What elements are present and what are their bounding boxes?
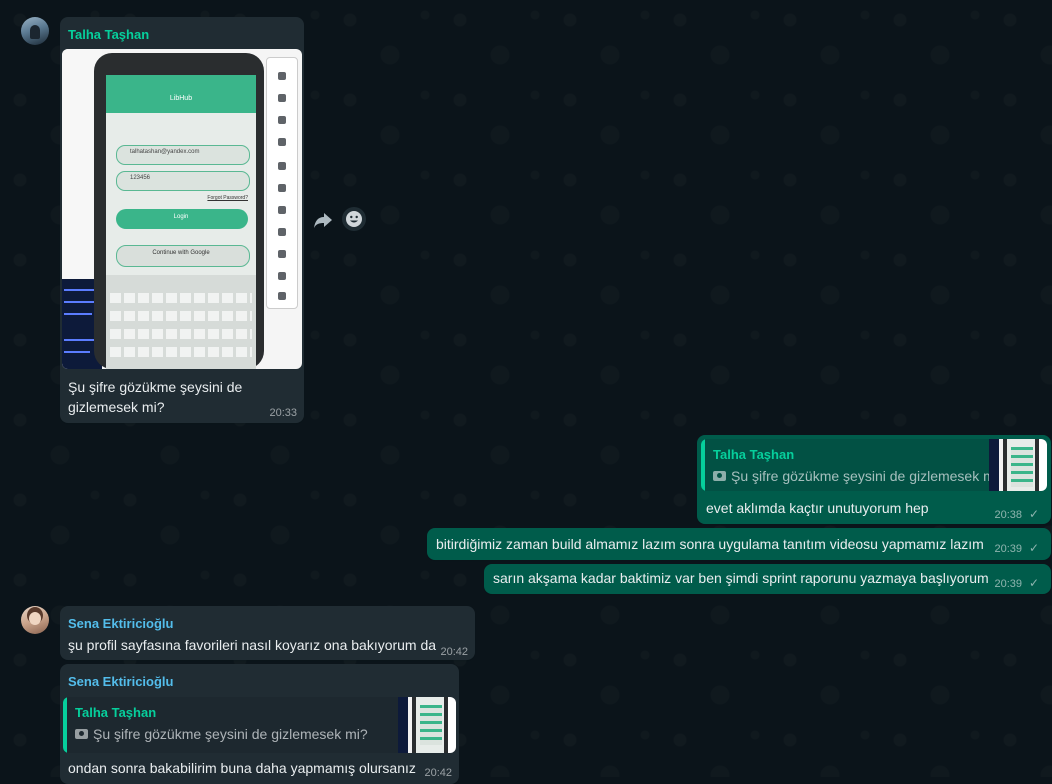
check-icon: ✓ (1028, 541, 1039, 555)
message-time: 20:42 (424, 767, 452, 779)
quote-text: Şu şifre gözükme şeysini de gizlemesek m… (731, 468, 1006, 484)
check-icon: ✓ (1028, 507, 1039, 521)
photo-app-title: LibHub (169, 95, 193, 102)
react-button[interactable] (342, 207, 366, 231)
quote-text-row: Şu şifre gözükme şeysini de gizlemesek m… (75, 726, 368, 742)
message-text: bitirdiğimiz zaman build almamız lazım s… (436, 536, 984, 552)
photo-password: 123456 (130, 175, 151, 181)
message-text: Şu şifre gözükme şeysini de gizlemesek m… (68, 377, 242, 417)
photo-forgot: Forgot Password? (207, 195, 248, 201)
message-text-line: gizlemesek mi? (68, 399, 165, 415)
avatar[interactable] (21, 606, 49, 634)
message-text-line: Şu şifre gözükme şeysini de (68, 379, 243, 395)
message-bubble-reply[interactable]: Talha Taşhan Şu şifre gözükme şeysini de… (697, 435, 1051, 524)
quote-thumbnail (398, 697, 456, 753)
message-bubble[interactable]: bitirdiğimiz zaman build almamız lazım s… (427, 528, 1051, 560)
message-time: 20:39 (994, 543, 1022, 555)
message-bubble-image[interactable]: Talha Taşhan LibHub talhatashan@yandex.c… (60, 17, 304, 423)
message-time: 20:42 (440, 646, 468, 658)
message-bubble-reply[interactable]: Sena Ektiricioğlu Talha Taşhan Şu şifre … (60, 664, 459, 784)
emoji-icon (346, 211, 362, 227)
message-time: 20:39 (994, 578, 1022, 590)
quote-sender: Talha Taşhan (713, 447, 795, 462)
quote-bar (63, 697, 67, 753)
quote-bar (701, 439, 705, 491)
sender-name[interactable]: Sena Ektiricioğlu (68, 616, 173, 632)
quoted-message[interactable]: Talha Taşhan Şu şifre gözükme şeysini de… (63, 697, 456, 753)
camera-icon (713, 471, 726, 481)
message-photo[interactable]: LibHub talhatashan@yandex.com 123456 For… (62, 49, 302, 369)
message-time: 20:38 (994, 509, 1022, 521)
quote-thumbnail (989, 439, 1047, 491)
forward-button[interactable] (311, 208, 335, 232)
check-icon: ✓ (1028, 576, 1039, 590)
forward-icon (314, 213, 332, 228)
message-text: evet aklımda kaçtır unutuyorum hep (706, 500, 929, 516)
message-text: sarın akşama kadar baktimiz var ben şimd… (493, 570, 989, 586)
message-bubble[interactable]: Sena Ektiricioğlu şu profil sayfasına fa… (60, 606, 475, 660)
quote-text-row: Şu şifre gözükme şeysini de gizlemesek m… (713, 468, 1006, 484)
message-time: 20:33 (269, 407, 297, 419)
message-text: ondan sonra bakabilirim buna daha yapmam… (68, 760, 416, 776)
avatar[interactable] (21, 17, 49, 45)
quote-sender: Talha Taşhan (75, 705, 157, 720)
photo-login: Login (173, 214, 189, 220)
message-text: şu profil sayfasına favorileri nasıl koy… (68, 637, 437, 653)
photo-email: talhatashan@yandex.com (130, 149, 200, 155)
quote-text: Şu şifre gözükme şeysini de gizlemesek m… (93, 726, 368, 742)
sender-name[interactable]: Sena Ektiricioğlu (68, 674, 173, 690)
message-bubble[interactable]: sarın akşama kadar baktimiz var ben şimd… (484, 564, 1051, 594)
sender-name[interactable]: Talha Taşhan (68, 27, 149, 43)
camera-icon (75, 729, 88, 739)
photo-google: Continue with Google (152, 250, 210, 256)
quoted-message[interactable]: Talha Taşhan Şu şifre gözükme şeysini de… (701, 439, 1047, 491)
